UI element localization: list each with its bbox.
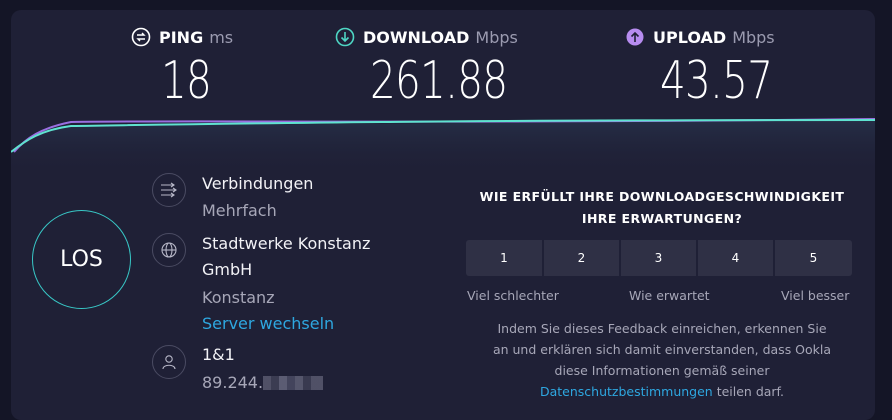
feedback-disclaimer: Indem Sie dieses Feedback einreichen, er… — [466, 318, 858, 402]
rating-low-label: Viel schlechter — [467, 288, 559, 303]
connections-info: Verbindungen Mehrfach — [202, 171, 313, 224]
connections-value: Mehrfach — [202, 201, 277, 220]
ping-metric: PING ms 18 — [131, 27, 233, 117]
survey-question-line2: IHRE ERWARTUNGEN? — [581, 211, 743, 226]
server-provider-line2: GmbH — [202, 260, 253, 279]
user-icon — [152, 345, 186, 379]
change-server-link[interactable]: Server wechseln — [202, 311, 370, 337]
ping-unit: ms — [209, 27, 234, 47]
connections-title: Verbindungen — [202, 174, 314, 193]
disclaimer-line3: diese Informationen gemäß seiner — [554, 363, 770, 378]
ping-icon — [131, 27, 151, 47]
ping-value: 18 — [161, 51, 212, 111]
download-metric: DOWNLOAD Mbps 261.88 — [335, 27, 518, 117]
speed-graph — [11, 118, 875, 176]
globe-icon — [152, 233, 186, 267]
connections-icon — [152, 173, 186, 207]
rating-button-2[interactable]: 2 — [544, 240, 619, 276]
client-info: 1&1 89.244. — [202, 342, 324, 396]
speedtest-result-panel: PING ms 18 DOWNLOAD Mbps 261.88 UPLOAD M… — [11, 10, 875, 420]
rating-button-1[interactable]: 1 — [466, 240, 542, 276]
upload-value: 43.57 — [660, 51, 773, 111]
server-info: Stadtwerke Konstanz GmbH Konstanz Server… — [202, 231, 370, 337]
download-value: 261.88 — [370, 51, 508, 111]
rating-scale: 1 2 3 4 5 — [466, 240, 852, 276]
rating-button-5[interactable]: 5 — [775, 240, 852, 276]
server-provider-line1: Stadtwerke Konstanz — [202, 234, 371, 253]
download-arrow-icon — [335, 27, 355, 47]
rating-button-4[interactable]: 4 — [698, 240, 773, 276]
server-location: Konstanz — [202, 288, 275, 307]
rating-mid-label: Wie erwartet — [629, 288, 710, 303]
client-isp: 1&1 — [202, 345, 235, 364]
upload-metric: UPLOAD Mbps 43.57 — [625, 27, 775, 117]
ping-label: PING — [159, 27, 204, 47]
survey-question-line1: WIE ERFÜLLT IHRE DOWNLOADGESCHWINDIGKEIT — [479, 189, 845, 204]
rating-button-3[interactable]: 3 — [621, 240, 696, 276]
client-ip-prefix: 89.244. — [202, 373, 264, 392]
privacy-policy-link[interactable]: Datenschutzbestimmungen — [540, 384, 713, 399]
survey-question: WIE ERFÜLLT IHRE DOWNLOADGESCHWINDIGKEIT… — [466, 186, 858, 230]
upload-arrow-icon — [625, 27, 645, 47]
disclaimer-line4: Datenschutzbestimmungen teilen darf. — [466, 381, 858, 402]
upload-unit: Mbps — [732, 27, 775, 47]
client-ip: 89.244. — [202, 370, 324, 396]
graph-fill — [11, 120, 875, 176]
download-label: DOWNLOAD — [363, 27, 470, 47]
redacted-ip-block — [263, 376, 324, 390]
upload-label: UPLOAD — [653, 27, 727, 47]
start-test-button[interactable]: LOS — [32, 210, 131, 309]
rating-high-label: Viel besser — [781, 288, 850, 303]
disclaimer-line1: Indem Sie dieses Feedback einreichen, er… — [497, 321, 827, 336]
disclaimer-suffix: teilen darf. — [712, 384, 785, 399]
download-unit: Mbps — [475, 27, 518, 47]
disclaimer-line2: an und erklären sich damit einverstanden… — [492, 342, 832, 357]
